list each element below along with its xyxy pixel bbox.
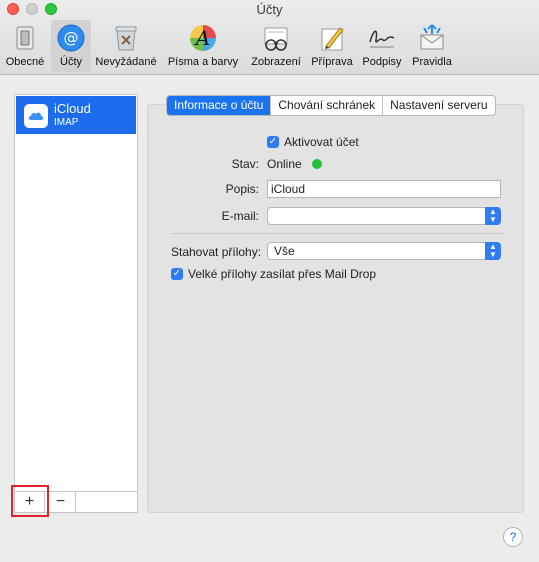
status-value: Online xyxy=(267,157,302,171)
description-label: Popis: xyxy=(225,182,259,196)
toolbar-label: Nevyžádané xyxy=(95,56,157,68)
toolbar-item-composing[interactable]: Příprava xyxy=(308,20,356,72)
toolbar-item-general[interactable]: Obecné xyxy=(4,20,46,72)
mail-preferences-window: Účty Obecné @ Účty Nevyžádané A Písma a … xyxy=(0,0,539,562)
mail-drop-label: Velké přílohy zasílat přes Mail Drop xyxy=(188,267,377,281)
settings-tabs: Informace o účtu Chování schránek Nastav… xyxy=(166,95,496,116)
svg-text:A: A xyxy=(194,26,210,50)
toolbar-item-viewing[interactable]: Zobrazení xyxy=(247,20,305,72)
toolbar-item-accounts[interactable]: @ Účty xyxy=(51,20,91,72)
description-field[interactable]: iCloud xyxy=(267,180,501,198)
list-item-icloud-account[interactable]: iCloud IMAP xyxy=(16,96,136,134)
toolbar-item-junk[interactable]: Nevyžádané xyxy=(94,20,158,72)
svg-text:@: @ xyxy=(64,29,79,47)
enable-account-checkbox[interactable]: ✓ xyxy=(267,136,279,148)
icloud-icon xyxy=(24,104,48,128)
toolbar-label: Pravidla xyxy=(412,56,452,68)
signature-icon xyxy=(369,30,395,48)
account-name: iCloud xyxy=(54,101,91,116)
rules-envelope-icon xyxy=(420,24,444,50)
remove-account-button[interactable]: − xyxy=(46,492,76,512)
tab-server-settings[interactable]: Nastavení serveru xyxy=(382,96,494,115)
toolbar-label: Obecné xyxy=(5,56,45,68)
tab-mailbox-behaviors[interactable]: Chování schránek xyxy=(270,96,382,115)
download-attachments-value: Vše xyxy=(274,244,295,258)
toolbar-label: Účty xyxy=(60,56,82,68)
section-divider xyxy=(171,233,503,234)
switch-icon xyxy=(16,26,34,50)
download-attachments-popup[interactable]: Vše ▲ ▼ xyxy=(267,242,501,260)
title-bar: Účty Obecné @ Účty Nevyžádané A Písma a … xyxy=(0,0,539,75)
online-status-dot xyxy=(312,159,322,169)
enable-account-label: Aktivovat účet xyxy=(284,135,359,149)
fonts-colors-icon: A xyxy=(190,25,216,51)
pencil-paper-icon xyxy=(321,27,344,51)
toolbar-label: Podpisy xyxy=(362,56,402,68)
junk-trash-icon xyxy=(115,26,137,51)
email-popup[interactable]: ▲ ▼ xyxy=(267,207,501,225)
mail-drop-checkbox[interactable]: ✓ xyxy=(171,268,183,280)
toolbar-item-fonts-colors[interactable]: A Písma a barvy xyxy=(165,20,241,72)
email-label: E-mail: xyxy=(221,209,259,223)
chevron-up-down-icon: ▲ ▼ xyxy=(485,242,501,260)
tab-account-information[interactable]: Informace o účtu xyxy=(167,96,271,115)
help-button[interactable]: ? xyxy=(503,527,523,547)
toolbar-label: Příprava xyxy=(311,56,353,68)
toolbar-item-signatures[interactable]: Podpisy xyxy=(359,20,405,72)
glasses-icon xyxy=(264,27,288,51)
at-sign-icon: @ xyxy=(57,24,85,52)
toolbar-label: Písma a barvy xyxy=(167,56,239,68)
preferences-toolbar: Obecné @ Účty Nevyžádané A Písma a barvy… xyxy=(0,20,539,72)
status-label: Stav: xyxy=(231,157,259,171)
chevron-up-down-icon: ▲ ▼ xyxy=(485,207,501,225)
toolbar-item-rules[interactable]: Pravidla xyxy=(409,20,455,72)
toolbar-label: Zobrazení xyxy=(251,56,301,68)
accounts-list[interactable]: iCloud IMAP xyxy=(14,94,138,492)
account-type: IMAP xyxy=(54,117,79,128)
window-title: Účty xyxy=(256,2,283,17)
add-button-highlight xyxy=(11,485,49,517)
download-attachments-label: Stahovat přílohy: xyxy=(171,245,262,259)
